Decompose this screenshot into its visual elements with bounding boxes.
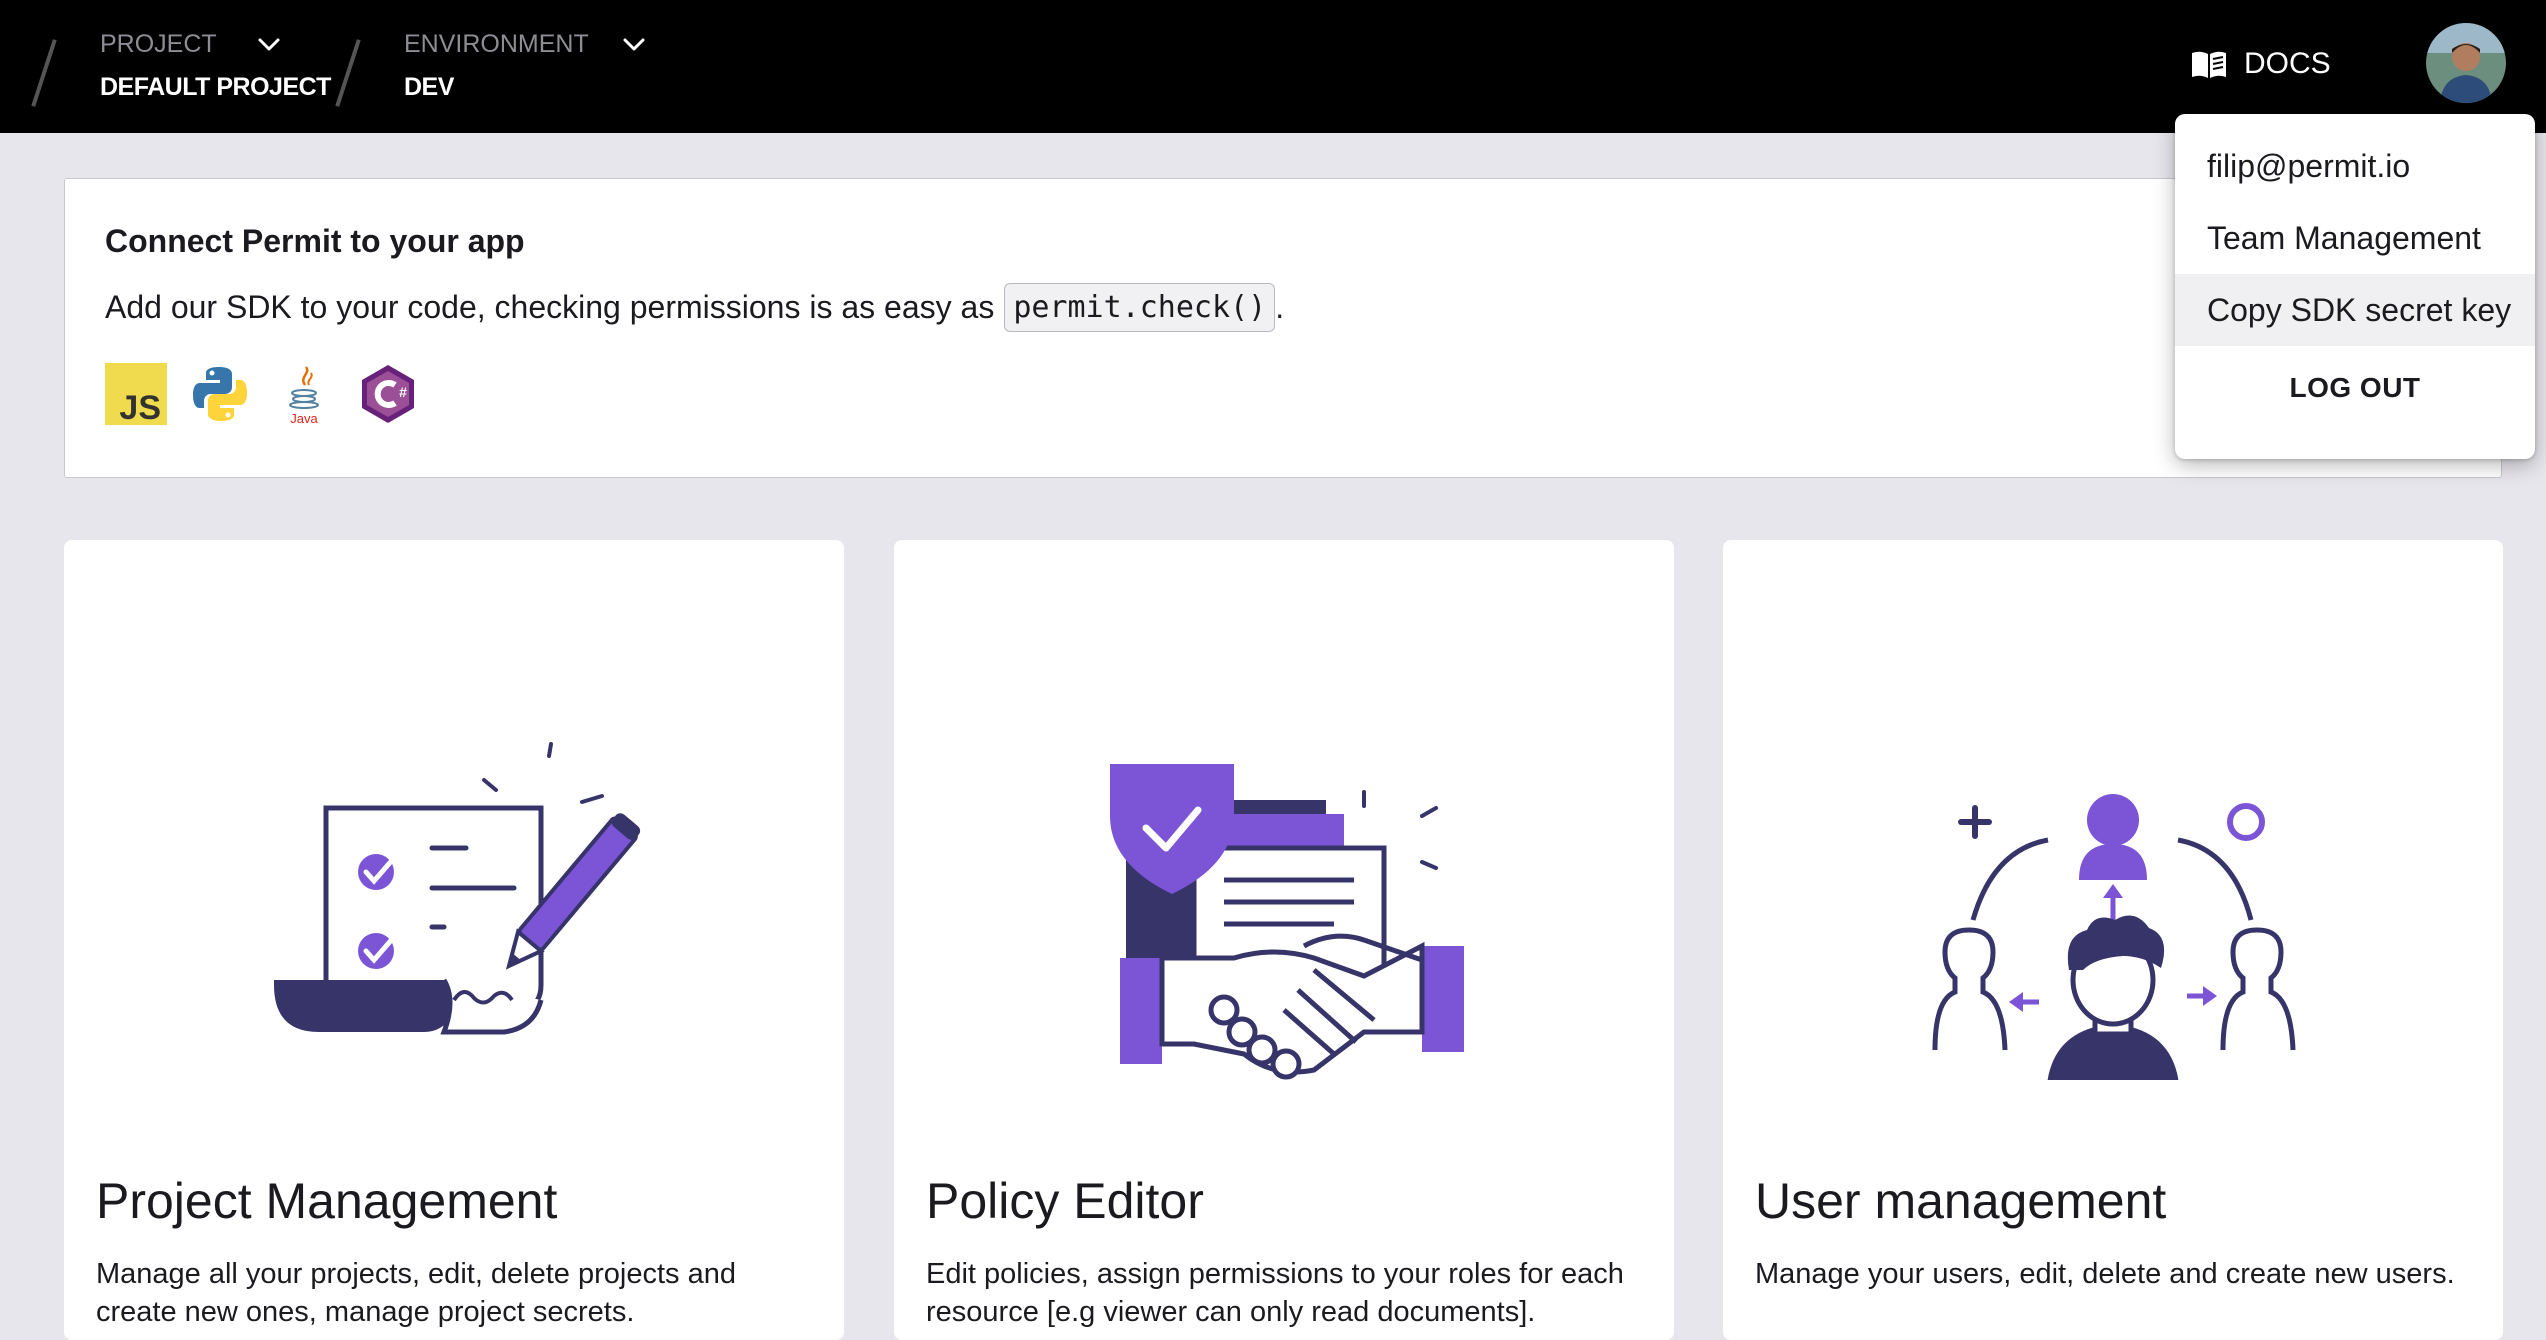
docs-link[interactable]: DOCS (2190, 44, 2331, 84)
policy-editor-card[interactable]: Policy Editor Edit policies, assign perm… (894, 540, 1674, 1340)
java-icon-text: Java (290, 411, 318, 425)
menu-copy-key-text: Copy SDK secret key (2207, 291, 2512, 328)
card-title: Policy Editor (926, 1173, 1204, 1229)
project-label: PROJECT (100, 30, 217, 58)
connect-description-text: Add our SDK to your code, checking permi… (105, 289, 995, 325)
csharp-icon[interactable]: # (357, 363, 419, 425)
code-snippet: permit.check() (1004, 283, 1276, 332)
card-description: Manage all your projects, edit, delete p… (96, 1258, 736, 1328)
python-icon[interactable] (189, 363, 251, 425)
logout-label: LOG OUT (2289, 372, 2421, 403)
card-description: Manage your users, edit, delete and crea… (1755, 1258, 2455, 1290)
users-illustration (1932, 794, 2296, 1080)
card-title: User management (1755, 1173, 2167, 1229)
user-management-card[interactable]: User management Manage your users, edit,… (1723, 540, 2503, 1340)
chevron-down-icon[interactable] (254, 30, 284, 60)
chevron-down-icon[interactable] (619, 30, 649, 60)
connect-description: Add our SDK to your code, checking permi… (105, 283, 1284, 332)
card-description: Edit policies, assign permissions to you… (926, 1258, 1624, 1328)
user-menu: filip@permit.io Team Management Copy SDK… (2175, 114, 2535, 459)
top-bar: PROJECT DEFAULT PROJECT ENVIRONMENT DEV … (0, 0, 2546, 133)
js-icon-text: JS (119, 389, 161, 425)
trailing-period: . (1275, 289, 1285, 325)
project-management-card[interactable]: Project Management Manage all your proje… (64, 540, 844, 1340)
connect-sdk-card: Connect Permit to your app Add our SDK t… (64, 178, 2502, 478)
menu-item-team-management[interactable]: Team Management (2175, 202, 2535, 274)
menu-team-text: Team Management (2207, 219, 2481, 256)
environment-selector[interactable]: ENVIRONMENT DEV (404, 30, 589, 102)
js-icon[interactable]: JS (105, 363, 167, 425)
menu-item-email[interactable]: filip@permit.io (2175, 130, 2535, 202)
checklist-illustration (274, 742, 641, 1035)
connect-title: Connect Permit to your app (105, 223, 525, 259)
breadcrumb-separator (335, 39, 361, 107)
environment-label: ENVIRONMENT (404, 30, 589, 58)
project-selector[interactable]: PROJECT DEFAULT PROJECT (100, 30, 331, 102)
book-icon (2192, 51, 2226, 78)
user-avatar-image (2426, 23, 2506, 103)
svg-text:#: # (399, 384, 407, 400)
menu-email-text: filip@permit.io (2207, 147, 2411, 184)
menu-item-copy-sdk-key[interactable]: Copy SDK secret key (2175, 274, 2535, 346)
handshake-illustration (1110, 764, 1464, 1080)
breadcrumb-separator (31, 39, 57, 107)
environment-value: DEV (404, 73, 454, 101)
logout-button[interactable]: LOG OUT (2175, 358, 2535, 418)
avatar[interactable] (2426, 23, 2506, 103)
card-title: Project Management (96, 1173, 558, 1229)
java-icon[interactable]: Java (273, 363, 335, 425)
project-value: DEFAULT PROJECT (100, 73, 331, 101)
docs-label: DOCS (2244, 47, 2331, 80)
